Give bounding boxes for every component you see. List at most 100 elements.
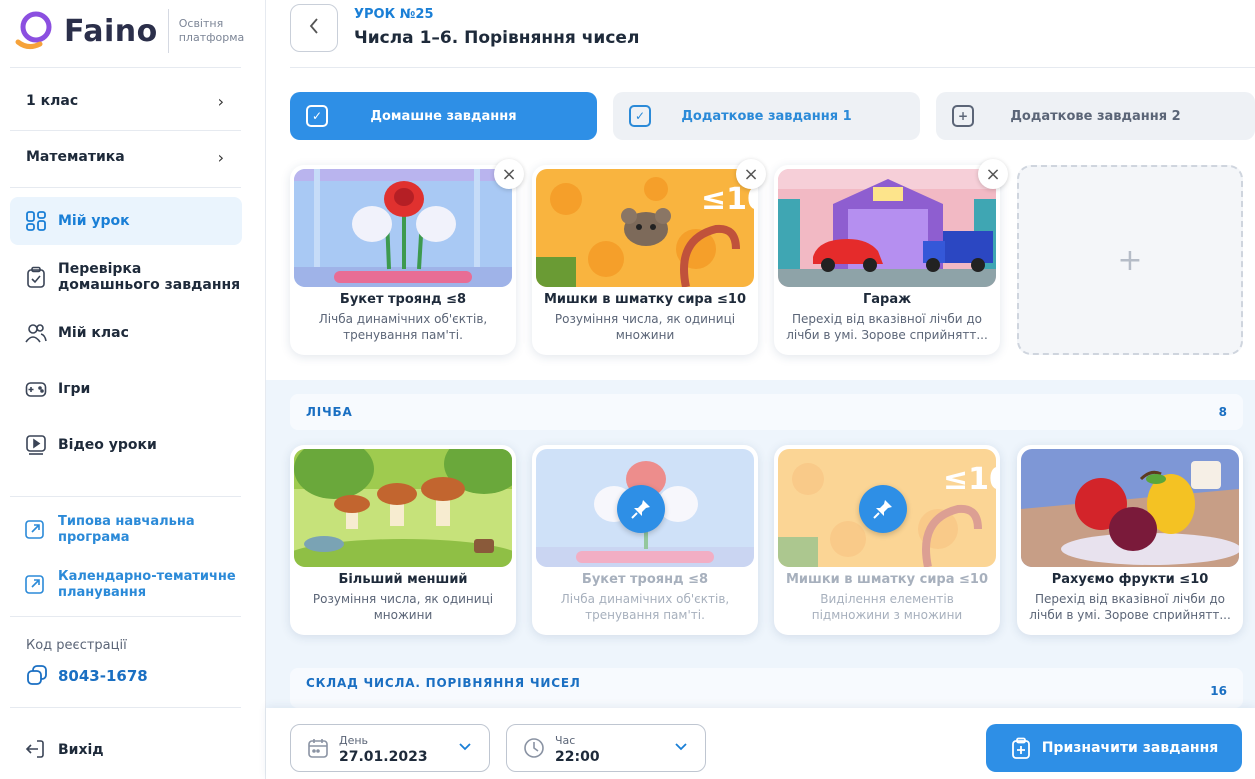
chevron-down-icon [459,739,471,755]
card-description: Лічба динамічних об'єктів, тренування па… [318,312,488,342]
subject-selector-label: Математика [26,149,125,165]
nav-my-lesson[interactable]: Мій урок [10,197,242,245]
remove-card-button[interactable]: × [736,159,766,189]
logo-divider [167,9,169,53]
link-label: Календарно-тематичне планування [58,569,236,600]
garage-image [778,169,996,287]
chevron-right-icon: › [217,91,224,111]
brand-subtitle: Освітня платформа [178,17,245,44]
card-title: Букет троянд ≤8 [581,572,709,587]
registration-code-label: Код реєстрації [26,638,127,653]
card-title: Гараж [862,292,912,307]
section-title: ЛІЧБА [306,405,353,419]
chevron-down-icon [675,739,687,755]
badge-text: ≤10 [943,462,996,497]
nav-label: Перевірка домашнього завдання [58,261,241,293]
card-title: Більший менший [338,572,468,587]
card-description: Перехід від вказівної лічби до лічби в у… [1029,592,1231,622]
external-link-icon [24,518,48,542]
footer-bar: День 27.01.2023 Час 22:00 Призначити зав… [266,708,1255,779]
library-card[interactable]: Більший менший Розуміння числа, як одини… [290,445,516,635]
tab-extra-2[interactable]: + Додаткове завдання 2 [936,92,1255,140]
lesson-number: УРОК №25 [354,7,434,22]
chevron-left-icon [307,16,321,40]
nav-games[interactable]: Ігри [10,365,242,413]
assigned-card[interactable]: ≤10 × Мишки в шматку сира ≤10 Розуміння … [532,159,766,355]
section-header-counting[interactable]: ЛІЧБА 8 [290,394,1243,430]
time-picker[interactable]: Час 22:00 [506,724,706,772]
link-calendar-planning[interactable]: Календарно-тематичне планування [10,569,242,601]
mushrooms-image [294,449,512,567]
assigned-card[interactable]: × Гараж Перехід від вказівної лічби до л… [774,159,1008,355]
video-icon [24,433,48,457]
card-description: Лічба динамічних об'єктів, тренування па… [560,592,730,622]
divider [290,67,1255,68]
day-label: День [339,734,369,747]
link-curriculum[interactable]: Типова навчальна програма [10,514,242,546]
logo[interactable]: Faino Освітня платформа [14,6,249,56]
divider [10,496,241,497]
remove-card-button[interactable]: × [494,159,524,189]
tab-label: Додаткове завдання 1 [681,108,852,124]
time-value: 22:00 [555,749,600,765]
exit-button[interactable]: Вихід [10,736,242,764]
faino-logo-icon [14,10,56,52]
nav-label: Ігри [58,381,91,397]
grid-icon [24,209,48,233]
library-card[interactable]: ≤10 Мишки в шматку сира ≤10 Виділення ел… [774,445,1000,635]
exit-label: Вихід [58,742,104,758]
nav-video-lessons[interactable]: Відео уроки [10,421,242,469]
nav-label: Мій клас [58,325,129,341]
close-icon: × [985,163,1001,185]
clipboard-plus-icon [1010,737,1032,759]
class-selector-label: 1 клас [26,93,79,109]
main-content: УРОК №25 Числа 1–6. Порівняння чисел ✓ Д… [266,0,1255,779]
divider [10,187,241,188]
nav-homework-check[interactable]: Перевірка домашнього завдання [10,253,242,301]
copy-icon [26,664,50,688]
chevron-right-icon: › [217,147,224,167]
brand-name: Faino [64,13,158,49]
card-description: Розуміння числа, як одиниці множини [312,592,494,622]
assigned-card[interactable]: × Букет троянд ≤8 Лічба динамічних об'єк… [290,159,524,355]
plus-icon: + [952,105,974,127]
nav-my-class[interactable]: Мій клас [10,309,242,357]
fruits-image [1021,449,1239,567]
tab-homework[interactable]: ✓ Домашне завдання [290,92,597,140]
checkbox-icon: ✓ [306,105,328,127]
mice-cheese-image: ≤10 [536,169,754,287]
registration-code[interactable]: 8043-1678 [26,664,148,688]
library-card[interactable]: Рахуємо фрукти ≤10 Перехід від вказівної… [1017,445,1243,635]
back-button[interactable] [290,4,338,52]
close-icon: × [501,163,517,185]
assign-task-button[interactable]: Призначити завдання [986,724,1242,772]
logout-icon [24,738,48,762]
divider [10,67,241,68]
card-title: Рахуємо фрукти ≤10 [1051,572,1209,587]
card-description: Виділення елементів підмножини з множини [811,592,963,622]
remove-card-button[interactable]: × [978,159,1008,189]
calendar-icon [307,737,329,759]
gamepad-icon [24,377,48,401]
assign-label: Призначити завдання [1041,740,1219,756]
nav-label: Мій урок [58,213,130,229]
sidebar: Faino Освітня платформа 1 клас › Математ… [0,0,266,779]
subject-selector[interactable]: Математика › [10,146,242,168]
external-link-icon [24,573,48,597]
add-task-button[interactable]: + [1017,165,1243,355]
time-label: Час [555,734,576,747]
checkbox-icon: ✓ [629,105,651,127]
divider [10,130,241,131]
day-picker[interactable]: День 27.01.2023 [290,724,490,772]
tab-label: Додаткове завдання 2 [1010,108,1181,124]
plus-icon: + [1117,242,1143,278]
clock-icon [523,737,545,759]
card-title: Букет троянд ≤8 [339,292,467,307]
library-card[interactable]: Букет троянд ≤8 Лічба динамічних об'єкті… [532,445,758,635]
pin-icon[interactable] [617,485,665,533]
class-selector[interactable]: 1 клас › [10,90,242,112]
tab-extra-1[interactable]: ✓ Додаткове завдання 1 [613,92,920,140]
pin-icon[interactable] [859,485,907,533]
section-header-number-composition[interactable]: СКЛАД ЧИСЛА. ПОРІВНЯННЯ ЧИСЕЛ 16 [290,668,1243,708]
link-label: Типова навчальна програма [58,514,195,545]
